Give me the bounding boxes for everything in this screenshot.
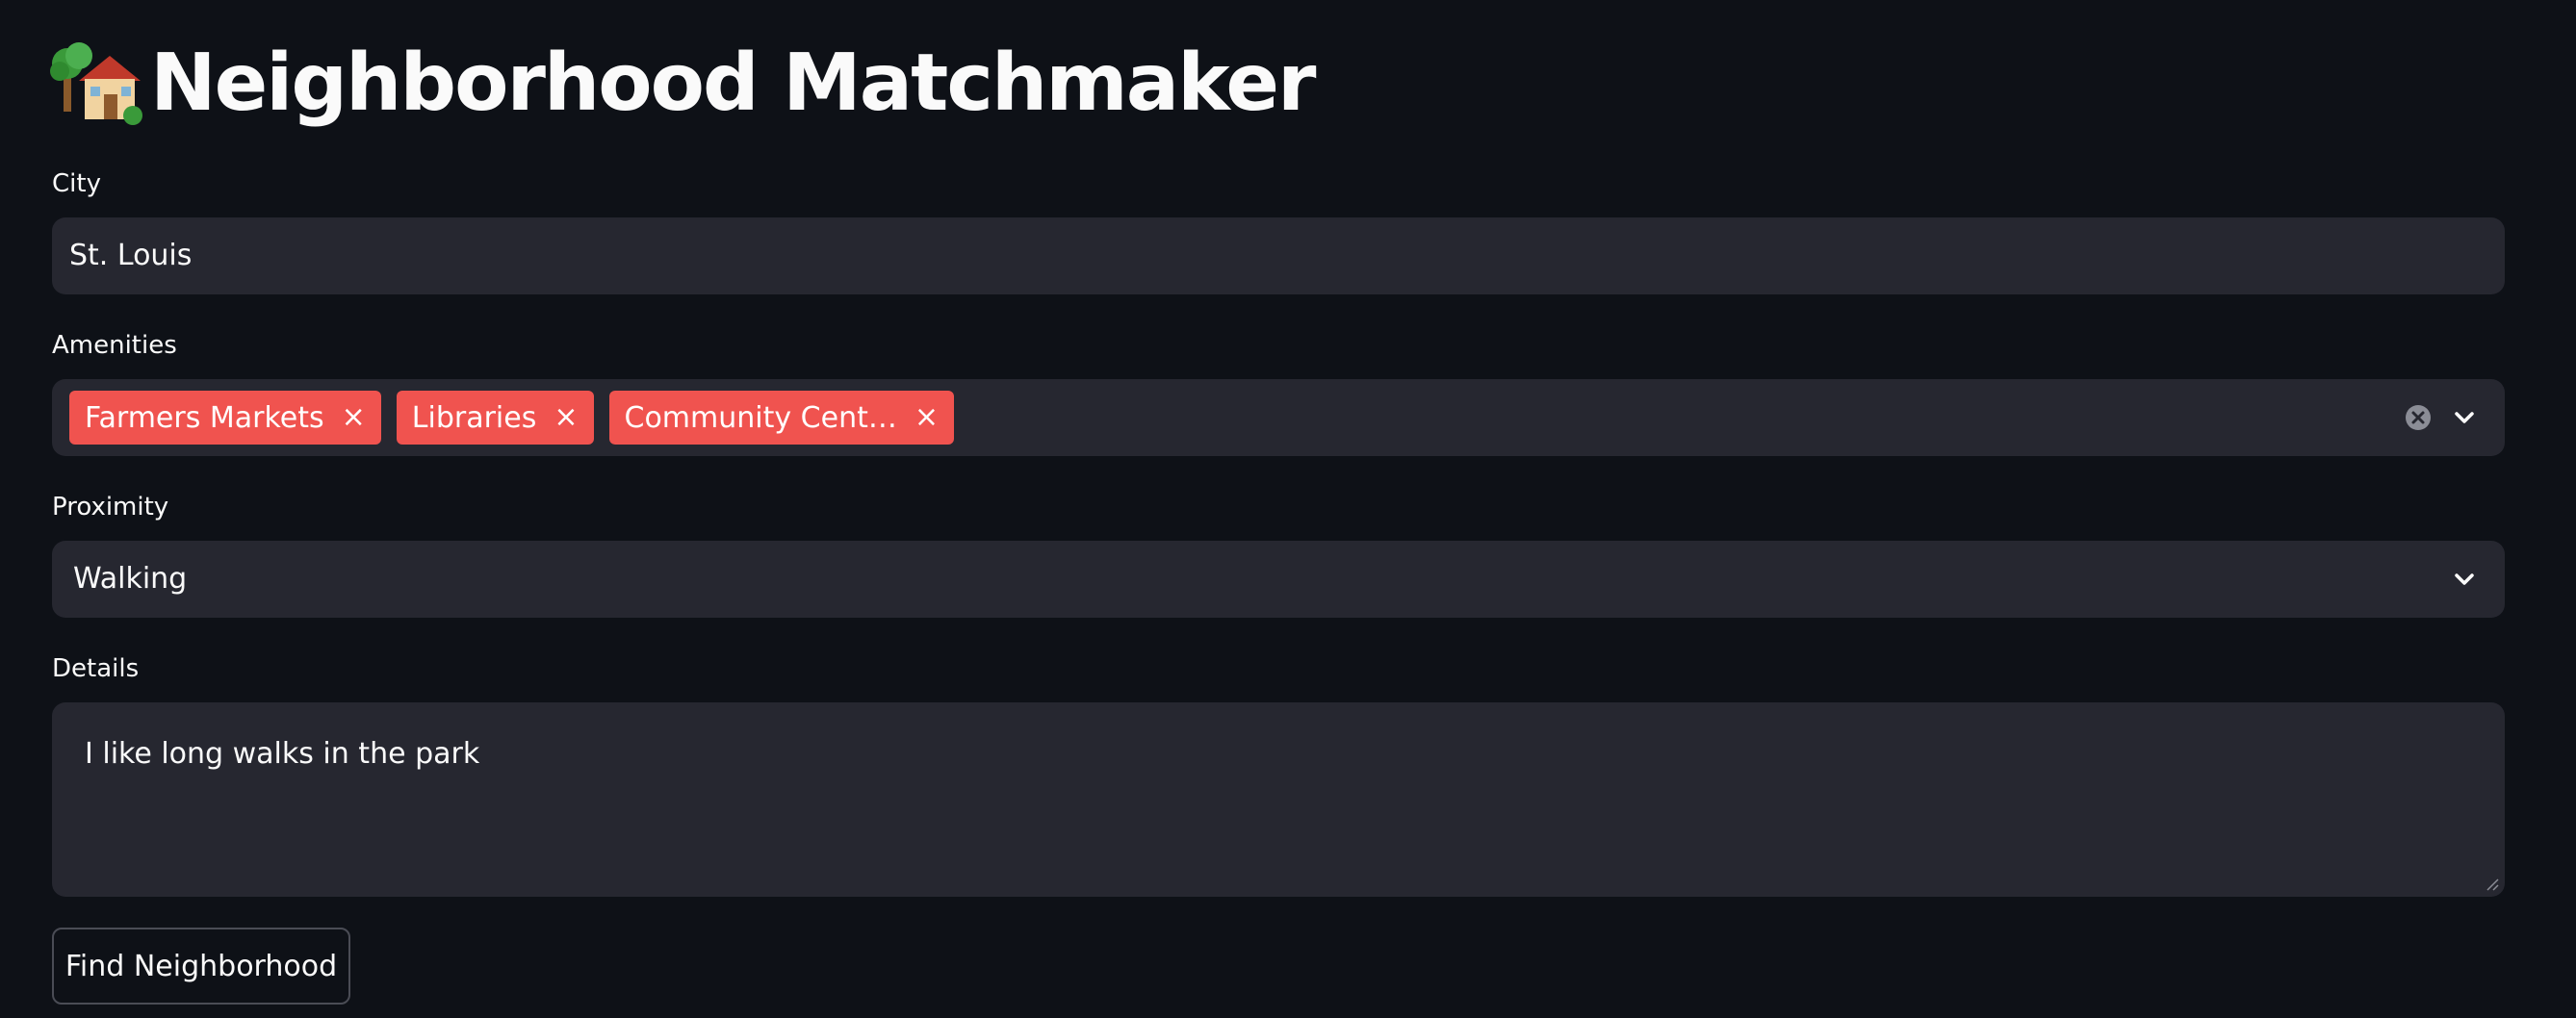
close-icon[interactable]: × — [554, 403, 578, 432]
house-with-garden-icon — [50, 35, 146, 131]
resize-handle-icon[interactable] — [2484, 876, 2499, 891]
amenity-tag-label: Farmers Markets — [85, 400, 324, 435]
amenity-tag-label: Libraries — [411, 400, 537, 435]
page-header: Neighborhood Matchmaker — [50, 33, 1316, 133]
chevron-down-icon[interactable] — [2451, 566, 2478, 593]
page-title: Neighborhood Matchmaker — [150, 37, 1316, 129]
amenity-tag: Farmers Markets × — [69, 391, 381, 445]
amenity-tag: Libraries × — [396, 391, 594, 445]
chevron-down-icon[interactable] — [2451, 404, 2478, 431]
amenities-label: Amenities — [52, 331, 177, 360]
amenity-tag-label: Community Cent… — [624, 400, 897, 435]
find-neighborhood-button[interactable]: Find Neighborhood — [52, 928, 350, 1005]
app-root: Neighborhood Matchmaker City Amenities F… — [0, 0, 2576, 1018]
city-label: City — [52, 169, 101, 198]
amenities-tags: Farmers Markets × Libraries × Community … — [69, 391, 954, 445]
city-field[interactable] — [52, 217, 2505, 294]
proximity-label: Proximity — [52, 493, 169, 522]
proximity-selected-value: Walking — [73, 562, 188, 596]
close-icon[interactable]: × — [342, 403, 366, 432]
city-input[interactable] — [69, 217, 2476, 294]
amenities-multiselect[interactable]: Farmers Markets × Libraries × Community … — [52, 379, 2505, 456]
amenity-tag: Community Cent… × — [608, 391, 954, 445]
proximity-select[interactable]: Walking — [52, 541, 2505, 618]
details-field[interactable]: I like long walks in the park — [52, 702, 2505, 897]
clear-all-icon[interactable] — [2405, 404, 2432, 431]
details-label: Details — [52, 654, 140, 683]
close-icon[interactable]: × — [914, 403, 939, 432]
details-textarea[interactable]: I like long walks in the park — [85, 737, 2472, 872]
